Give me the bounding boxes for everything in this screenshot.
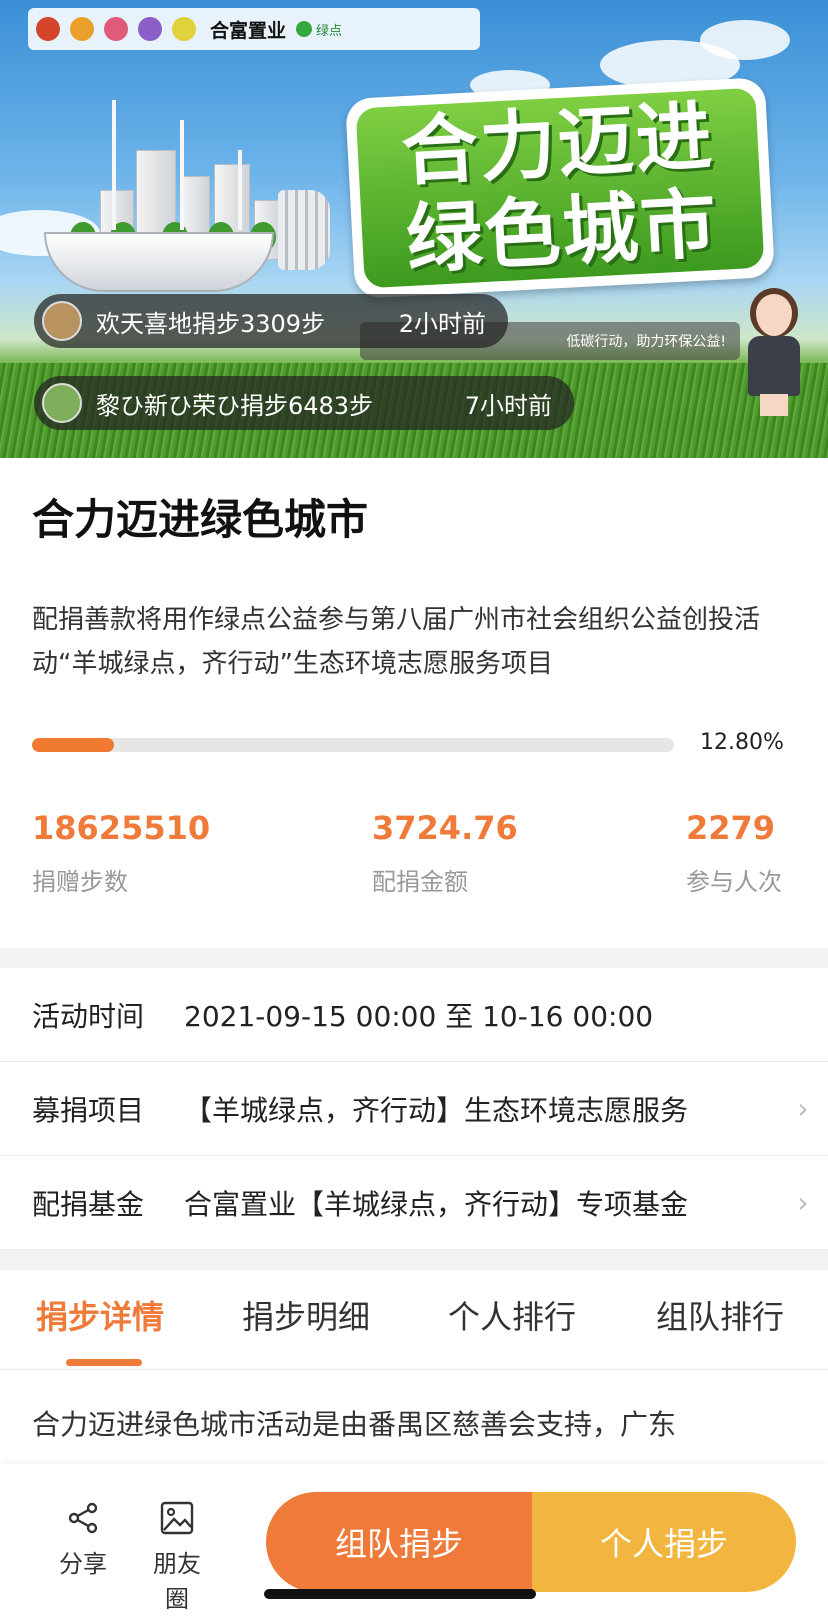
page-title: 合力迈进绿色城市 — [32, 495, 369, 544]
section-divider — [0, 1250, 828, 1270]
active-tab-indicator — [66, 1359, 142, 1366]
matching-fund-row[interactable]: 配捐基金 合富置业【羊城绿点，齐行动】专项基金 › — [0, 1156, 828, 1250]
row-key: 活动时间 — [32, 999, 145, 1033]
stat-label: 捐赠步数 — [32, 868, 128, 896]
sponsor-logo — [172, 17, 196, 41]
stat-participants: 2279 参与人次 — [686, 808, 782, 897]
chevron-right-icon: › — [797, 1186, 809, 1219]
moments-label: 朋友圈 — [153, 1550, 201, 1613]
share-icon — [68, 1502, 98, 1534]
campaign-description: 配捐善款将用作绿点公益参与第八届广州市社会组织公益创投活动“羊城绿点，齐行动”生… — [32, 605, 761, 679]
hefu-logo: 合富置业 — [210, 19, 287, 42]
tab-step-details[interactable]: 捐步详情 — [36, 1292, 164, 1338]
sponsor-logo — [36, 17, 60, 41]
team-donate-button[interactable]: 组队捐步 — [266, 1492, 532, 1592]
personal-donate-button[interactable]: 个人捐步 — [532, 1492, 796, 1592]
stat-value: 18625510 — [32, 809, 211, 847]
stat-steps: 18625510 捐赠步数 — [32, 808, 210, 897]
progress-percent: 12.80% — [700, 730, 784, 755]
campaign-banner: 合富置业 绿点 合力迈进 绿色城市 低碳行动，助力环保公益! 欢天喜地捐步330… — [0, 0, 828, 458]
donate-button-group: 组队捐步 个人捐步 — [266, 1492, 796, 1592]
stat-label: 参与人次 — [686, 868, 782, 896]
sponsor-logo — [104, 17, 128, 41]
green-dot-logo: 绿点 — [296, 20, 342, 39]
light-bulb-base — [44, 232, 274, 292]
row-key: 募捐项目 — [32, 1093, 145, 1127]
stat-value: 2279 — [686, 809, 776, 847]
share-label: 分享 — [59, 1550, 107, 1578]
ticker-time: 7小时前 — [464, 391, 552, 420]
moments-button[interactable]: 朋友圈 — [142, 1500, 212, 1614]
row-value: 【羊城绿点，齐行动】生态环境志愿服务 — [184, 1093, 689, 1127]
stat-amount: 3724.76 配捐金额 — [372, 808, 518, 897]
tab-step-records[interactable]: 捐步明细 — [242, 1292, 370, 1338]
ticker-text: 欢天喜地捐步3309步 — [96, 309, 326, 338]
slogan-board: 合力迈进 绿色城市 — [345, 77, 775, 299]
cloud — [700, 20, 790, 60]
row-key: 配捐基金 — [32, 1187, 145, 1221]
bottom-action-bar: 分享 朋友圈 组队捐步 个人捐步 — [0, 1464, 828, 1618]
home-indicator — [264, 1589, 536, 1599]
mascot-illustration — [742, 288, 806, 418]
wind-turbine — [112, 100, 116, 230]
progress-bar — [32, 738, 674, 752]
ticker-text: 黎ひ新ひ荣ひ捐步6483步 — [96, 391, 374, 420]
fundraising-project-row[interactable]: 募捐项目 【羊城绿点，齐行动】生态环境志愿服务 › — [0, 1062, 828, 1156]
tab-team-ranking[interactable]: 组队排行 — [656, 1292, 784, 1338]
tab-personal-ranking[interactable]: 个人排行 — [448, 1292, 576, 1338]
stat-value: 3724.76 — [372, 809, 518, 847]
ticker-time: 2小时前 — [398, 309, 486, 338]
campaign-detail-text: 合力迈进绿色城市活动是由番禺区慈善会支持，广东 — [32, 1408, 677, 1441]
donation-ticker: 欢天喜地捐步3309步 2小时前 — [34, 294, 508, 348]
share-button[interactable]: 分享 — [48, 1500, 118, 1579]
sponsor-logo — [138, 17, 162, 41]
sponsor-logo — [70, 17, 94, 41]
progress-fill — [32, 738, 115, 752]
image-icon — [160, 1501, 194, 1535]
avatar — [42, 301, 82, 341]
stat-label: 配捐金额 — [372, 868, 468, 896]
wind-turbine — [180, 120, 184, 230]
section-divider — [0, 948, 828, 968]
light-bulb-screw — [278, 190, 330, 270]
donation-ticker: 黎ひ新ひ荣ひ捐步6483步 7小时前 — [34, 376, 574, 430]
activity-time-row: 活动时间 2021-09-15 00:00 至 10-16 00:00 — [0, 968, 828, 1062]
detail-tabs: 捐步详情 捐步明细 个人排行 组队排行 — [0, 1270, 828, 1370]
wind-turbine — [238, 150, 242, 230]
row-value: 合富置业【羊城绿点，齐行动】专项基金 — [184, 1187, 689, 1221]
page: 合富置业 绿点 合力迈进 绿色城市 低碳行动，助力环保公益! 欢天喜地捐步330… — [0, 0, 828, 1618]
sponsor-logo-bar: 合富置业 绿点 — [28, 8, 480, 50]
avatar — [42, 383, 82, 423]
row-value: 2021-09-15 00:00 至 10-16 00:00 — [184, 999, 654, 1033]
chevron-right-icon: › — [797, 1092, 809, 1125]
slogan-line: 绿色城市 — [404, 178, 721, 285]
